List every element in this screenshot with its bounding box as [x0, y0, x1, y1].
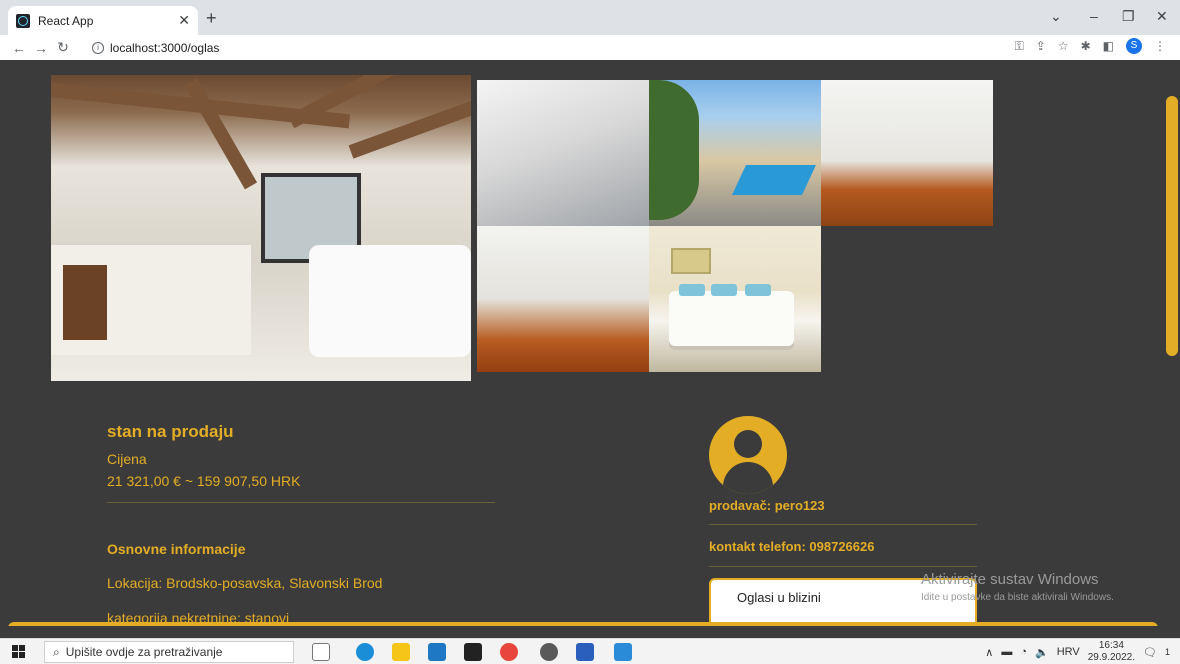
search-icon: ⌕ [53, 644, 60, 659]
react-favicon-icon [16, 13, 30, 28]
browser-tabstrip: React App ✕ + ⌄ – ❐ ✕ [0, 0, 1180, 35]
scrollbar-thumb[interactable] [1166, 96, 1178, 356]
photos-icon[interactable] [614, 643, 632, 661]
listing-title: stan na prodaju [107, 422, 234, 441]
tray-chevron-icon[interactable]: ∧ [985, 646, 993, 659]
taskbar-search-box[interactable]: ⌕ Upišite ovdje za pretraživanje [44, 641, 294, 663]
seller-divider-2 [709, 566, 977, 567]
clock[interactable]: 16:34 29.9.2022. [1088, 640, 1135, 664]
file-explorer-icon[interactable] [392, 643, 410, 661]
tab-search-chevron-icon[interactable]: ⌄ [1050, 8, 1062, 25]
store-icon[interactable] [428, 643, 446, 661]
seller-divider-1 [709, 524, 977, 525]
seller-phone: kontakt telefon: 098726626 [709, 539, 875, 554]
site-info-icon[interactable]: i [92, 41, 104, 54]
notification-count: 1 [1164, 647, 1170, 657]
photo-kitchen[interactable] [477, 80, 649, 226]
browser-toolbar: ← → ↻ i localhost:3000/oglas ⚿ ⇪ ☆ ✱ ◧ S… [0, 35, 1180, 60]
network-icon[interactable]: ◔ [1020, 646, 1027, 658]
start-button[interactable] [0, 639, 36, 664]
photo-dining-room[interactable] [477, 226, 649, 372]
windows-activation-watermark: Aktivirajte sustav Windows Idite u posta… [921, 571, 1114, 603]
restore-icon[interactable]: ❐ [1122, 8, 1135, 25]
extensions-puzzle-icon[interactable]: ✱ [1081, 39, 1091, 53]
browser-tab[interactable]: React App ✕ [8, 6, 198, 35]
clock-time: 16:34 [1098, 640, 1124, 651]
windows-taskbar: ⌕ Upišite ovdje za pretraživanje ∧ ▬ ◔ 🔈… [0, 638, 1180, 664]
main-photo-interior[interactable] [51, 75, 471, 381]
watermark-line-1: Aktivirajte sustav Windows [921, 571, 1099, 588]
basic-info-heading: Osnovne informacije [107, 541, 246, 557]
battery-icon[interactable]: ▬ [1001, 646, 1012, 658]
forward-icon[interactable]: → [30, 40, 52, 56]
profile-avatar[interactable]: S [1126, 38, 1142, 54]
terminal-icon[interactable] [464, 643, 482, 661]
seller-name: prodavač: pero123 [709, 498, 825, 513]
reload-icon[interactable]: ↻ [52, 39, 74, 56]
close-window-icon[interactable]: ✕ [1156, 8, 1168, 25]
price-value: 21 321,00 € ~ 159 907,50 HRK [107, 473, 301, 489]
photo-house-exterior[interactable] [649, 80, 821, 226]
section-divider [107, 502, 495, 503]
settings-gear-icon[interactable] [540, 643, 558, 661]
task-view-icon[interactable] [312, 643, 330, 661]
share-icon[interactable]: ⇪ [1036, 39, 1046, 53]
photo-bedroom[interactable] [649, 226, 821, 372]
edge-browser-icon[interactable] [356, 643, 374, 661]
word-icon[interactable] [576, 643, 594, 661]
address-bar[interactable]: i localhost:3000/oglas [92, 37, 1092, 58]
tab-title: React App [38, 13, 94, 28]
close-tab-icon[interactable]: ✕ [178, 12, 190, 29]
side-panel-icon[interactable]: ◧ [1103, 39, 1114, 53]
menu-kebab-icon[interactable]: ⋮ [1154, 39, 1166, 53]
chrome-icon[interactable] [500, 643, 518, 661]
price-label: Cijena [107, 451, 147, 467]
clock-date: 29.9.2022. [1087, 652, 1136, 663]
windows-logo-icon [11, 645, 25, 658]
system-tray: ∧ ▬ ◔ 🔈 HRV 16:34 29.9.2022. 🗨 1 [985, 640, 1170, 664]
photo-living-room[interactable] [821, 80, 993, 226]
location-text: Lokacija: Brodsko-posavska, Slavonski Br… [107, 575, 383, 591]
url-text: localhost:3000/oglas [110, 40, 220, 55]
footer-bar [8, 622, 1158, 626]
taskbar-search-placeholder: Upišite ovdje za pretraživanje [65, 645, 223, 659]
back-icon[interactable]: ← [8, 40, 30, 56]
toolbar-actions: ⚿ ⇪ ☆ ✱ ◧ S ⋮ [1015, 38, 1166, 54]
bookmark-star-icon[interactable]: ☆ [1058, 39, 1069, 53]
watermark-line-2: Idite u postavke da biste aktivirali Win… [921, 592, 1114, 603]
password-key-icon[interactable]: ⚿ [1015, 39, 1024, 54]
notifications-icon[interactable]: 🗨 [1143, 646, 1157, 659]
user-icon [734, 430, 762, 458]
minimize-icon[interactable]: – [1090, 8, 1098, 24]
new-tab-button[interactable]: + [206, 8, 217, 29]
volume-icon[interactable]: 🔈 [1035, 646, 1049, 659]
language-indicator[interactable]: HRV [1057, 646, 1080, 658]
listing-page: stan na prodaju Cijena 21 321,00 € ~ 159… [0, 60, 1180, 626]
seller-avatar[interactable] [709, 416, 787, 494]
